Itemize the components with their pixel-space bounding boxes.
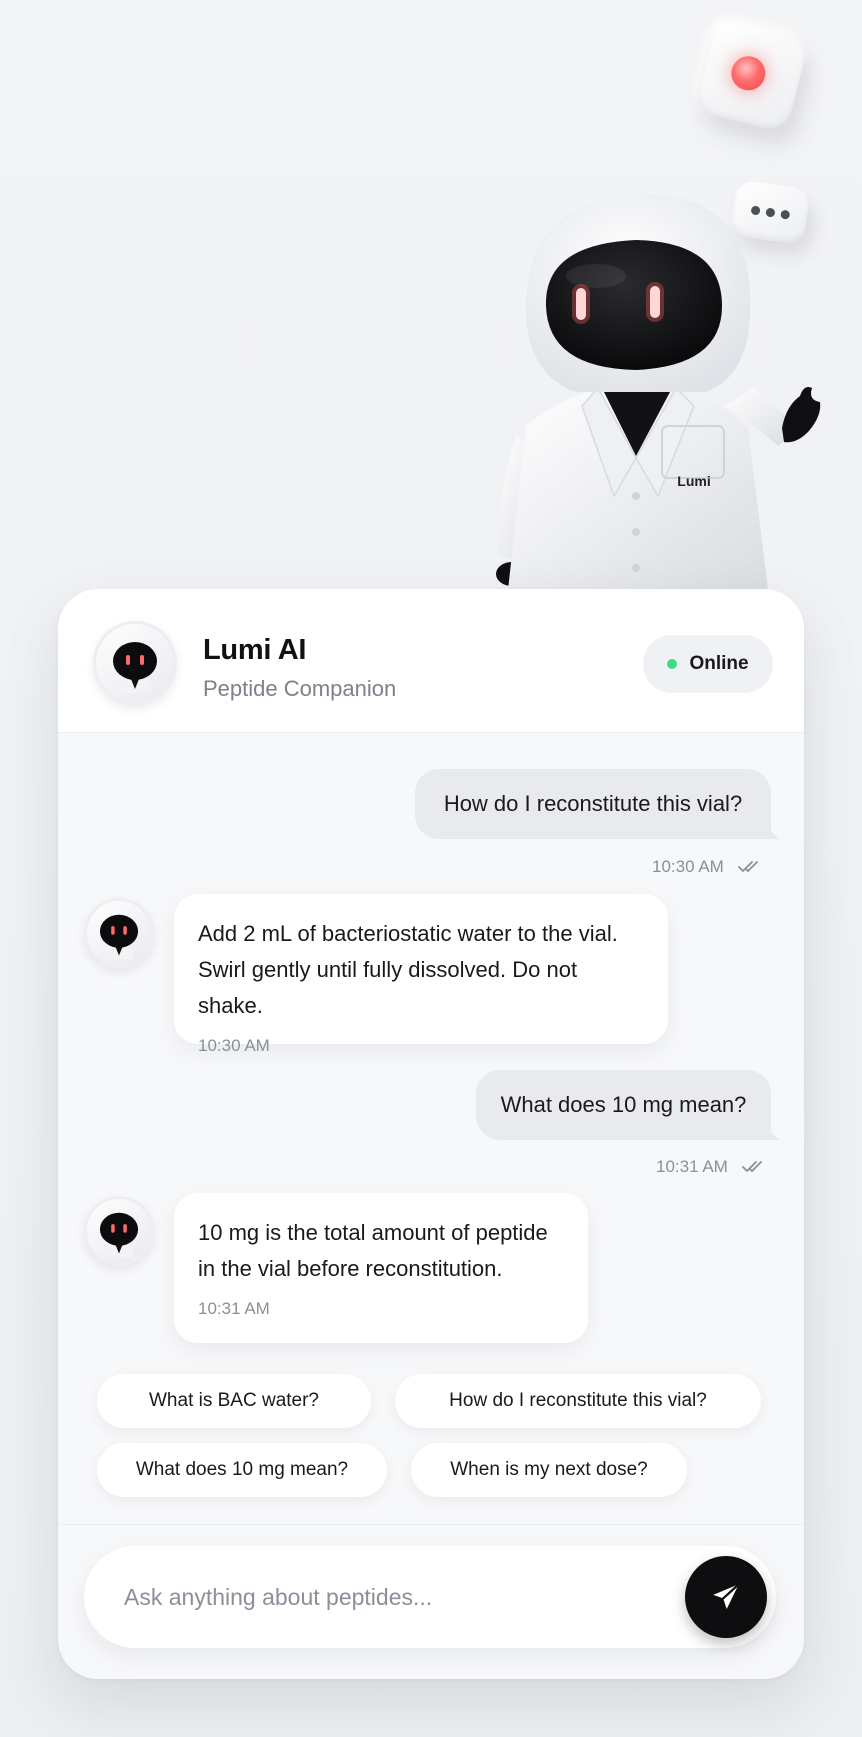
suggestion-chip-10mg[interactable]: What does 10 mg mean? [97,1443,387,1497]
bot-avatar-icon [99,1212,139,1257]
message-time: 10:30 AM [198,1036,270,1055]
user-message-text: What does 10 mg mean? [500,1092,747,1117]
chat-card: Lumi AI Peptide Companion Online How do … [58,589,804,1679]
bot-message-avatar [84,898,154,968]
user-message-bubble: How do I reconstitute this vial? [415,769,771,839]
bot-message-text: Add 2 mL of bacteriostatic water to the … [198,916,644,1024]
suggestion-chip-reconstitute[interactable]: How do I reconstitute this vial? [395,1374,761,1428]
suggestion-label: How do I reconstitute this vial? [449,1390,707,1411]
bot-avatar [93,621,177,705]
suggestion-chip-next-dose[interactable]: When is my next dose? [411,1443,687,1497]
lumi-mascot-illustration: Lumi [486,194,826,590]
status-label: Online [689,653,749,674]
paper-plane-icon [713,1583,740,1610]
bot-message-bubble: 10 mg is the total amount of peptide in … [174,1193,588,1343]
coat-label: Lumi [677,473,710,489]
message-input[interactable] [124,1546,664,1648]
online-dot-icon [667,659,678,669]
bot-message-text: 10 mg is the total amount of peptide in … [198,1215,564,1287]
double-check-icon [737,861,758,872]
suggestion-chip-bac-water[interactable]: What is BAC water? [97,1374,371,1428]
bot-message-avatar [84,1196,154,1266]
bot-message-line: Add 2 mL of bacteriostatic water to the … [198,921,618,946]
bot-message-line: in the vial before reconstitution. [198,1256,503,1281]
double-check-icon [741,1161,762,1172]
status-badge: Online [643,635,773,693]
chat-header: Lumi AI Peptide Companion Online [58,589,804,733]
message-time: 10:31 AM [198,1299,270,1318]
bot-message-line: Swirl gently until fully dissolved. Do n… [198,957,578,1018]
message-composer [84,1546,776,1648]
bot-message-line: 10 mg is the total amount of peptide [198,1220,548,1245]
send-button[interactable] [685,1556,767,1638]
suggestion-label: What is BAC water? [149,1390,319,1411]
record-dot-icon [727,52,769,94]
user-message-meta: 10:30 AM [652,857,764,877]
user-message-meta: 10:31 AM [656,1157,768,1177]
suggestion-label: What does 10 mg mean? [135,1459,349,1480]
user-message-bubble: What does 10 mg mean? [476,1070,771,1140]
message-time: 10:30 AM [652,857,724,876]
composer-divider [58,1524,804,1525]
suggestion-label: When is my next dose? [450,1459,648,1480]
bot-avatar-icon [113,642,157,693]
record-indicator-widget [692,16,810,134]
user-message-text: How do I reconstitute this vial? [443,791,743,816]
bot-name: Lumi AI [203,634,307,666]
bot-role: Peptide Companion [203,676,397,701]
message-time: 10:31 AM [656,1157,728,1176]
bot-avatar-icon [99,914,139,959]
bot-message-bubble: Add 2 mL of bacteriostatic water to the … [174,894,668,1055]
app-screen: Lumi Lumi AI Peptide Companion Online Ho… [0,0,862,1737]
